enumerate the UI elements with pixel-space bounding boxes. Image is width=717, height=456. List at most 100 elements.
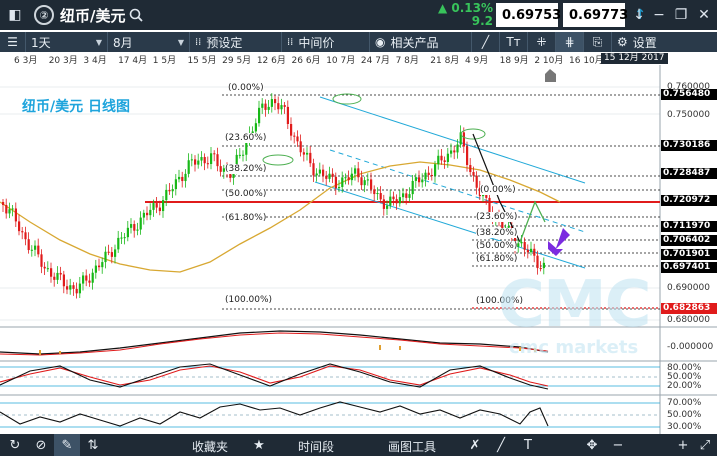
candle-body <box>210 153 213 164</box>
alert-icon[interactable]: ↓ <box>628 4 650 26</box>
candle-body <box>536 255 539 269</box>
refresh-icon[interactable]: ↻ <box>2 434 28 456</box>
candle-body <box>526 249 529 253</box>
buy-price-value: 0.69773 <box>569 7 629 23</box>
candle-body <box>302 152 305 155</box>
candle-body <box>101 262 104 268</box>
watermark-text: cmc markets <box>509 337 639 358</box>
gear-icon: ⚙ <box>617 35 628 49</box>
price-tag: 0.697401 <box>661 262 717 273</box>
candle-body <box>88 280 91 283</box>
title-bar: ◧ ② 纽币/美元 ▲ 0.13% 9.2 0.69753 0.69773 ↑ … <box>0 0 717 30</box>
price-tag: 0.730186 <box>661 140 717 151</box>
candle-body <box>523 241 526 250</box>
candle-body <box>184 173 187 182</box>
layout-button[interactable]: ⎘ <box>584 32 612 52</box>
candle-body <box>283 105 286 107</box>
candle-body <box>472 172 475 176</box>
candle-body <box>146 212 149 216</box>
related-products-button[interactable]: ◉ 相关产品 <box>370 32 472 52</box>
restore-icon[interactable]: ❐ <box>670 4 692 26</box>
candle-body <box>466 146 469 166</box>
star-icon[interactable]: ★ <box>246 434 272 456</box>
candle-body <box>69 285 72 290</box>
candle-body <box>5 205 8 214</box>
macd-label: -0.000000 <box>667 342 714 352</box>
candle-body <box>264 103 267 110</box>
candle-body <box>421 179 424 183</box>
menu-button[interactable]: ☰ <box>0 32 26 52</box>
candle-body <box>168 189 171 192</box>
fib-label: (61.80%) <box>476 254 518 264</box>
move-icon[interactable]: ✥ <box>579 434 605 456</box>
no-icon[interactable]: ⊘ <box>28 434 54 456</box>
text-icon[interactable]: T <box>515 434 541 456</box>
fit-icon[interactable]: ⤢ <box>692 434 717 456</box>
fibonacci-icon[interactable]: ✗ <box>462 434 488 456</box>
fib-label: (50.00%) <box>225 189 267 199</box>
sort-icon[interactable]: ⇅ <box>80 434 106 456</box>
timeframe-select[interactable]: 1天 ▼ <box>26 32 108 52</box>
crosshair-icon: ⁜ <box>536 35 547 49</box>
candle-body <box>280 105 283 110</box>
candle-body <box>107 251 110 253</box>
candle-body <box>37 245 40 255</box>
candle-body <box>213 153 216 155</box>
candle-body <box>379 193 382 200</box>
candle-body <box>462 132 465 147</box>
price-tag: 0.701901 <box>661 249 717 260</box>
candle-body <box>40 254 43 267</box>
grid-toggle-button[interactable]: ⋕ <box>556 32 584 52</box>
candle-body <box>133 224 136 231</box>
sell-price-value: 0.69753 <box>502 7 562 23</box>
price-tag: 0.728487 <box>661 168 717 179</box>
preset-icon: ⁞⁞ <box>195 36 202 48</box>
candle-body <box>139 217 142 230</box>
price-axis-label: 0.680000 <box>667 315 710 325</box>
candle-body <box>341 177 344 187</box>
fib-label: (61.80%) <box>225 213 267 223</box>
chart-toolbar: ☰ 1天 ▼ 8月 ▼ ⁞⁞ 预设定 ⁞⁞ 中间价 ◉ 相关产品 ╱ Tт ⁜ … <box>0 32 717 52</box>
candle-body <box>274 99 277 104</box>
pen-icon[interactable]: ✎ <box>54 434 80 456</box>
price-type-label: 中间价 <box>298 35 335 50</box>
sidebar-toggle-icon[interactable]: ◧ <box>4 4 26 26</box>
trend-line-icon[interactable]: ╱ <box>488 434 514 456</box>
candle-body <box>72 285 75 289</box>
preset-button[interactable]: ⁞⁞ 预设定 <box>190 32 282 52</box>
candle-body <box>66 286 69 290</box>
minimize-icon[interactable]: − <box>648 4 670 26</box>
favorites-button[interactable]: 收藏夹 <box>192 438 228 455</box>
candle-body <box>331 173 334 177</box>
range-select[interactable]: 8月 ▼ <box>108 32 190 52</box>
candle-body <box>325 175 328 179</box>
draw-line-button[interactable]: ╱ <box>472 32 500 52</box>
price-tag: 0.720972 <box>661 195 717 206</box>
drawing-tools-button[interactable]: 画图工具 <box>388 438 436 455</box>
candle-body <box>309 152 312 164</box>
candle-body <box>363 180 366 186</box>
fib-label: (50.00%) <box>476 241 518 251</box>
preset-label: 预设定 <box>206 35 243 50</box>
sell-price-button[interactable]: 0.69753 <box>496 3 562 27</box>
candle-body <box>126 227 129 238</box>
search-icon[interactable] <box>125 4 147 26</box>
candle-body <box>392 196 395 200</box>
candle-body <box>114 249 117 257</box>
timeframe-button[interactable]: 时间段 <box>298 438 334 455</box>
candle-body <box>117 237 120 250</box>
close-icon[interactable]: ✕ <box>693 4 715 26</box>
crosshair-button[interactable]: ⁜ <box>528 32 556 52</box>
candle-body <box>430 174 433 176</box>
zoom-out-icon[interactable]: − <box>605 434 631 456</box>
candle-body <box>21 231 24 233</box>
buy-price-button[interactable]: 0.69773 ↑ <box>563 3 646 27</box>
tab-number-badge[interactable]: ② <box>34 5 54 25</box>
candle-body <box>43 266 46 269</box>
settings-button[interactable]: ⚙ 设置 <box>612 32 674 52</box>
price-type-button[interactable]: ⁞⁞ 中间价 <box>282 32 370 52</box>
candle-body <box>446 153 449 162</box>
price-chart[interactable]: 6 3月 20 3月 3 4月 17 4月 1 5月 15 5月 29 5月 12 6月 26 … <box>0 52 717 434</box>
candle-body <box>434 164 437 176</box>
text-size-button[interactable]: Tт <box>500 32 528 52</box>
